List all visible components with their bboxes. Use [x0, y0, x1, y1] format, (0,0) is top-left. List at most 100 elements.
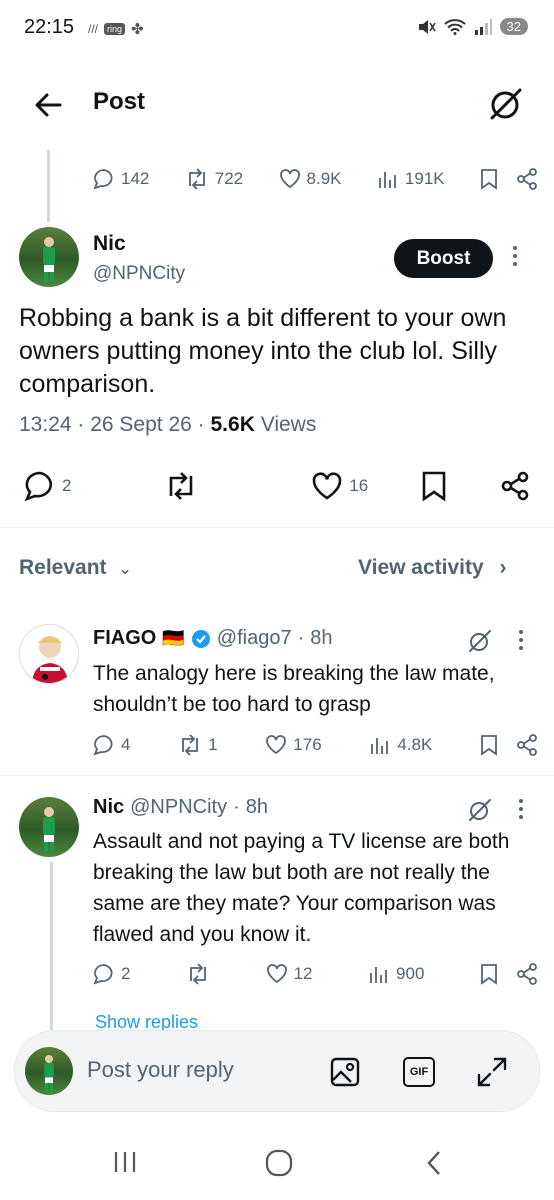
- home-button[interactable]: [265, 1149, 293, 1177]
- status-bar: 22:15 /// ring ✤ 32: [0, 0, 554, 56]
- expand-composer-button[interactable]: [476, 1056, 508, 1088]
- reply-author-handle[interactable]: @NPNCity: [130, 796, 227, 819]
- bookmark-icon[interactable]: [480, 963, 498, 985]
- share-action[interactable]: [500, 471, 530, 501]
- reply-icon: [24, 471, 53, 502]
- tweet-text: Robbing a bank is a bit different to you…: [19, 304, 507, 398]
- fan-icon: ✤: [131, 21, 144, 38]
- heart-icon: [312, 472, 342, 500]
- share-icon[interactable]: [516, 168, 538, 190]
- author-handle[interactable]: @NPNCity: [93, 263, 185, 285]
- views-action[interactable]: 4.8K: [369, 734, 432, 756]
- gif-button[interactable]: GIF: [403, 1057, 435, 1087]
- back-chevron-icon: [427, 1151, 440, 1175]
- reply-age: 8h: [245, 796, 269, 818]
- like-count: 12: [293, 964, 313, 983]
- reply-action[interactable]: 2: [24, 470, 71, 502]
- repost-action[interactable]: [164, 471, 198, 501]
- system-nav-bar: [0, 1135, 554, 1200]
- reply-author-handle[interactable]: @fiago7: [217, 627, 292, 650]
- reply-input[interactable]: Post your reply: [87, 1057, 234, 1083]
- divider: [0, 527, 554, 528]
- more-options-icon[interactable]: [518, 629, 524, 651]
- bookmark-icon: [422, 471, 446, 502]
- avatar[interactable]: [19, 797, 79, 857]
- grok-icon: [490, 88, 522, 120]
- view-activity-link[interactable]: View activity ›: [358, 556, 507, 580]
- status-system-icons: 32: [418, 18, 528, 35]
- share-icon[interactable]: [516, 734, 538, 756]
- verified-badge-icon: [191, 629, 210, 648]
- reply-action[interactable]: 2: [93, 963, 130, 985]
- views-chart-icon: [371, 738, 389, 754]
- back-button[interactable]: [32, 88, 66, 122]
- view-activity-label: View activity: [358, 556, 484, 579]
- like-action[interactable]: 8.9K: [279, 168, 342, 190]
- share-icon: [501, 471, 529, 501]
- reply-action[interactable]: 142: [93, 168, 149, 190]
- bookmark-action[interactable]: [421, 470, 447, 502]
- cell-signal-icon: [474, 18, 492, 35]
- reply-icon: [93, 169, 113, 190]
- views-action[interactable]: 191K: [377, 168, 445, 190]
- reply-actions: 2 12 900: [93, 963, 538, 985]
- repost-action[interactable]: 722: [185, 168, 243, 190]
- reply-icon: [93, 964, 113, 985]
- avatar[interactable]: [19, 227, 79, 287]
- recent-apps-icon: [114, 1152, 136, 1172]
- repost-count: 1: [208, 735, 218, 754]
- like-count: 176: [293, 735, 322, 754]
- views-count: 4.8K: [397, 735, 433, 754]
- divider: [0, 775, 554, 776]
- repost-icon: [190, 963, 206, 985]
- tweet-views-label: Views: [260, 413, 317, 436]
- like-action[interactable]: 16: [311, 471, 368, 501]
- sort-label: Relevant: [19, 556, 107, 579]
- reply-action[interactable]: 4: [93, 734, 130, 756]
- sort-dropdown[interactable]: Relevant ⌄: [19, 556, 132, 580]
- gif-label: GIF: [409, 1066, 429, 1078]
- reply-age: 8h: [310, 627, 333, 649]
- repost-action[interactable]: [186, 963, 210, 985]
- back-nav-button[interactable]: [424, 1149, 444, 1177]
- share-icon[interactable]: [516, 963, 538, 985]
- image-picker-button[interactable]: [329, 1056, 361, 1088]
- views-action[interactable]: 900: [368, 963, 424, 985]
- boost-button[interactable]: Boost: [394, 239, 493, 278]
- views-chart-icon: [370, 967, 387, 983]
- tweet-date: 26 Sept 26: [90, 413, 192, 436]
- like-action[interactable]: 176: [265, 734, 322, 756]
- more-options-icon[interactable]: [512, 244, 518, 268]
- more-options-icon[interactable]: [518, 798, 524, 820]
- top-app-bar: Post: [0, 68, 554, 138]
- reply-actions: 4 1 176 4.8K: [93, 734, 538, 756]
- bookmark-icon[interactable]: [480, 168, 498, 190]
- grok-icon[interactable]: [467, 628, 493, 654]
- tweet-time: 13:24: [19, 413, 72, 436]
- recent-apps-button[interactable]: [112, 1150, 138, 1174]
- like-action[interactable]: 12: [266, 963, 313, 985]
- status-time: 22:15: [24, 16, 75, 38]
- reply-count: 2: [121, 964, 131, 983]
- arrow-left-icon: [35, 93, 62, 117]
- status-notification-icons: /// ring ✤: [88, 20, 144, 38]
- fiago-avatar-image: [32, 636, 68, 683]
- flag-emoji: 🇩🇪: [162, 628, 185, 648]
- chevron-down-icon: ⌄: [118, 561, 132, 578]
- repost-action[interactable]: 1: [178, 734, 218, 756]
- wifi-icon: [443, 18, 466, 35]
- grok-icon[interactable]: [467, 797, 493, 823]
- repost-icon: [188, 168, 205, 190]
- thread-connector-line: [50, 862, 53, 1032]
- reply-count: 4: [121, 735, 131, 754]
- bookmark-icon[interactable]: [480, 734, 498, 756]
- reply-author-name[interactable]: FIAGO: [93, 627, 156, 650]
- main-tweet-actions: 2 16: [24, 470, 530, 502]
- author-name[interactable]: Nic: [93, 232, 126, 256]
- avatar[interactable]: [19, 624, 79, 684]
- reply-author-name[interactable]: Nic: [93, 796, 124, 819]
- heart-icon: [279, 169, 300, 189]
- grok-button[interactable]: [486, 84, 526, 124]
- views-count: 900: [396, 964, 425, 983]
- signal-dashes-icon: ///: [88, 22, 99, 36]
